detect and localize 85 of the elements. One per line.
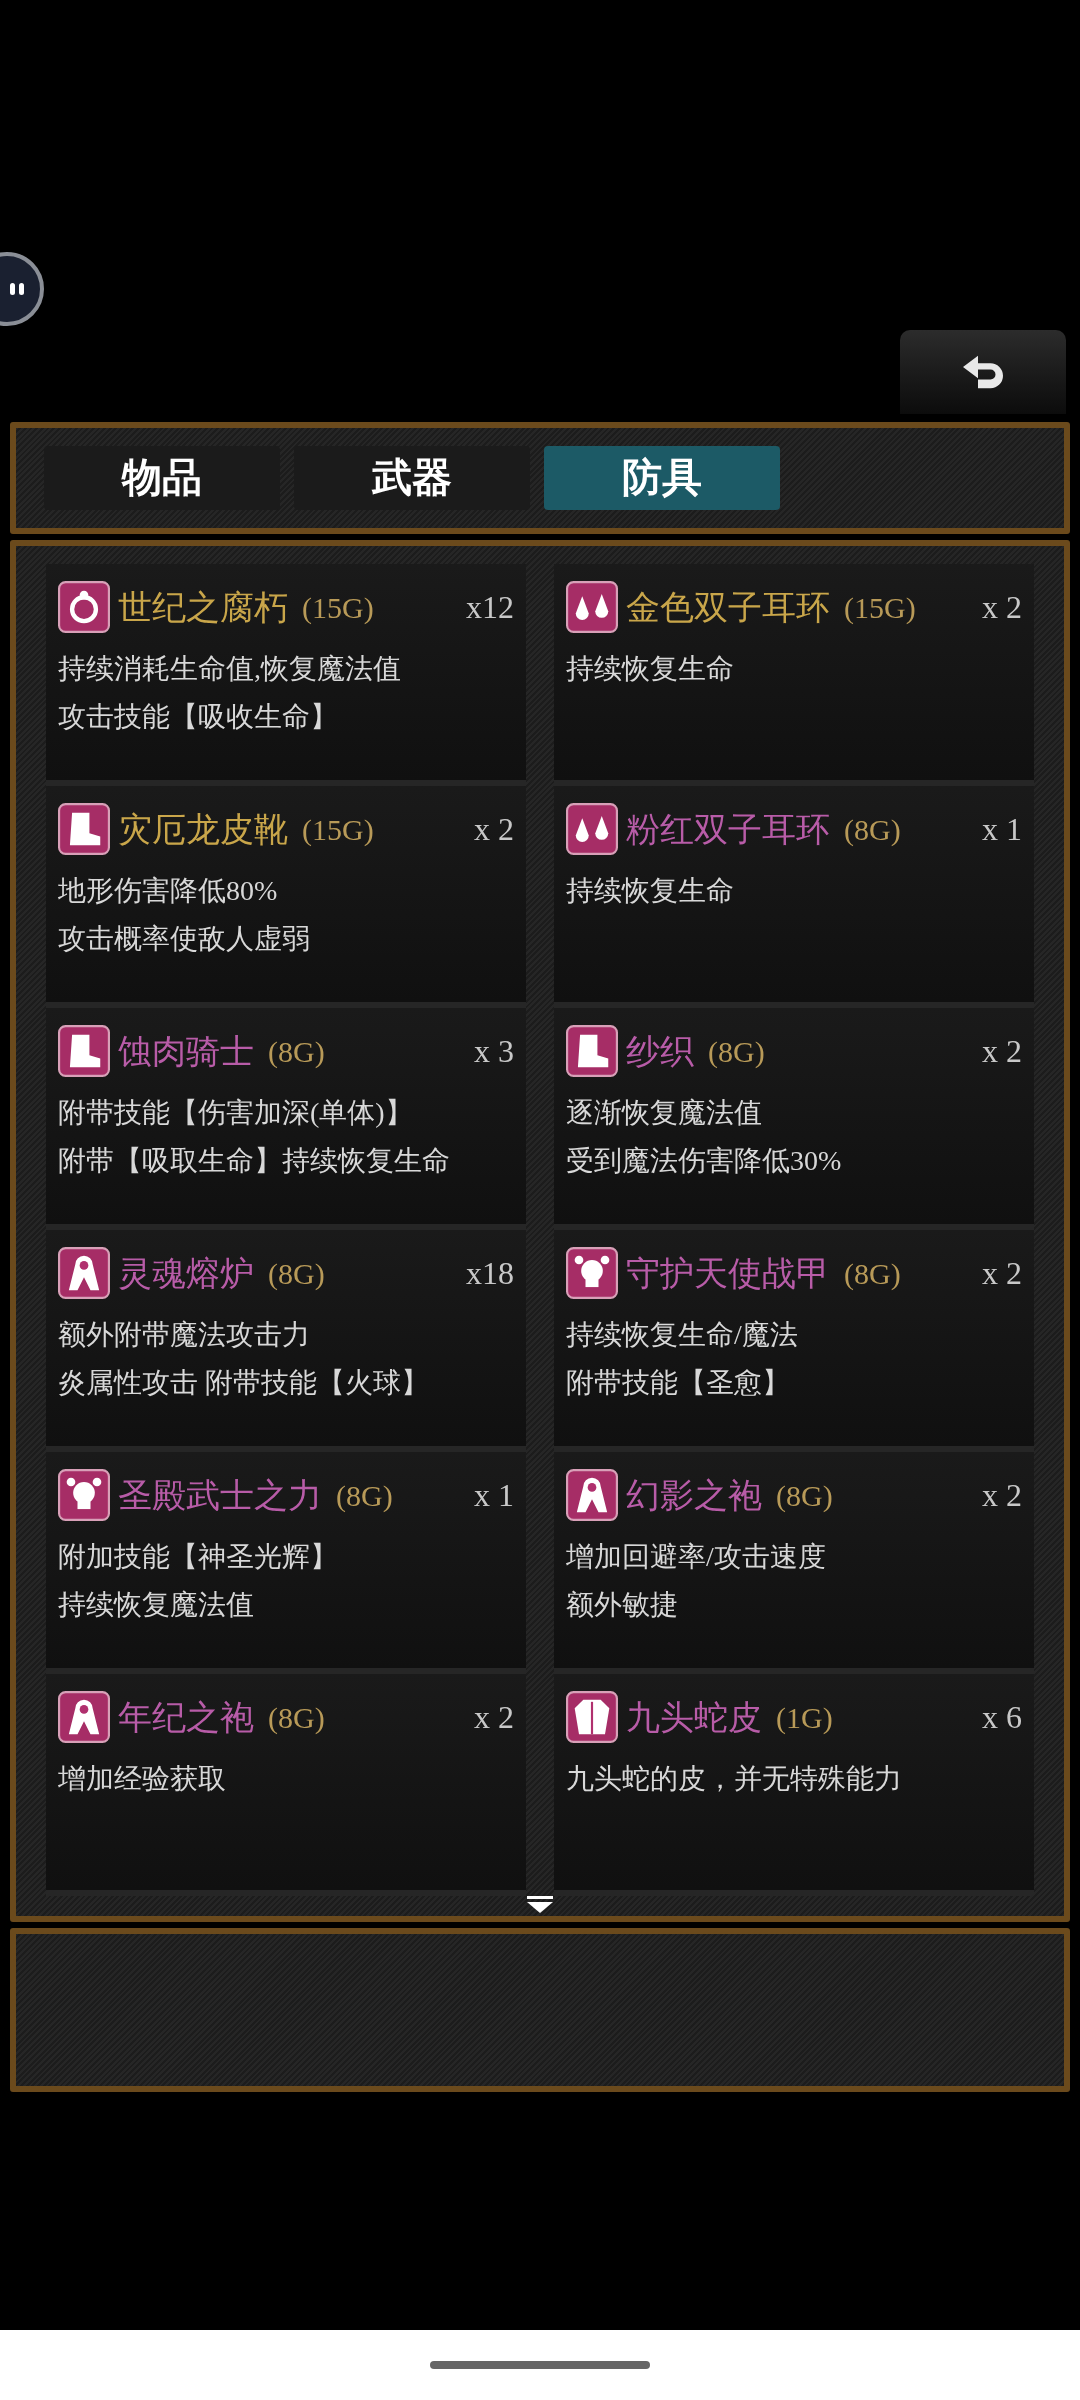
tab[interactable]: 防具 <box>544 446 780 510</box>
item-name: 年纪之袍 <box>118 1697 254 1738</box>
item-card[interactable]: 蚀肉骑士 (8G) x 3 附带技能【伤害加深(单体)】 附带【吸取生命】持续恢复生命 <box>46 1008 526 1230</box>
scroll-down-icon <box>526 1896 554 1914</box>
item-card[interactable]: 世纪之腐朽 (15G) x12 持续消耗生命值,恢复魔法值 攻击技能【吸收生命】 <box>46 564 526 786</box>
item-price: (1G) <box>776 1699 833 1736</box>
item-description: 持续恢复生命 <box>566 874 735 908</box>
item-description: 附带技能【圣愈】 <box>566 1366 791 1400</box>
item-quantity: x 2 <box>474 1698 514 1737</box>
item-name: 粉红双子耳环 <box>626 809 830 850</box>
item-description: 受到魔法伤害降低30% <box>566 1144 843 1178</box>
item-card[interactable]: 守护天使战甲 (8G) x 2 持续恢复生命/魔法 附带技能【圣愈】 <box>554 1230 1034 1452</box>
back-button[interactable] <box>900 330 1066 414</box>
item-quantity: x 1 <box>982 810 1022 849</box>
item-description: 增加回避率/攻击速度 <box>566 1540 827 1574</box>
item-quantity: x 2 <box>982 1476 1022 1515</box>
item-name: 纱织 <box>626 1031 694 1072</box>
item-price: (15G) <box>844 589 916 626</box>
item-description: 持续恢复生命 <box>566 652 735 686</box>
tab[interactable]: 物品 <box>44 446 280 510</box>
item-price: (8G) <box>268 1033 325 1070</box>
item-price: (8G) <box>336 1477 393 1514</box>
tab[interactable]: 武器 <box>294 446 530 510</box>
item-name: 守护天使战甲 <box>626 1253 830 1294</box>
item-quantity: x 6 <box>982 1698 1022 1737</box>
item-name: 金色双子耳环 <box>626 587 830 628</box>
item-price: (8G) <box>844 811 901 848</box>
item-icon <box>58 1025 110 1077</box>
item-icon <box>566 1469 618 1521</box>
item-quantity: x 2 <box>982 1032 1022 1071</box>
item-price: (15G) <box>302 589 374 626</box>
item-description: 附带【吸取生命】持续恢复生命 <box>58 1144 451 1178</box>
item-description: 持续恢复生命/魔法 <box>566 1318 799 1352</box>
item-card[interactable]: 纱织 (8G) x 2 逐渐恢复魔法值 受到魔法伤害降低30% <box>554 1008 1034 1230</box>
item-description: 攻击技能【吸收生命】 <box>58 700 339 734</box>
item-card[interactable]: 年纪之袍 (8G) x 2 增加经验获取 <box>46 1674 526 1896</box>
item-description: 增加经验获取 <box>58 1762 227 1796</box>
item-price: (8G) <box>844 1255 901 1292</box>
item-description: 额外敏捷 <box>566 1588 679 1622</box>
item-price: (8G) <box>776 1477 833 1514</box>
item-icon <box>58 1469 110 1521</box>
item-name: 圣殿武士之力 <box>118 1475 322 1516</box>
item-name: 灾厄龙皮靴 <box>118 809 288 850</box>
item-description: 炎属性攻击 附带技能【火球】 <box>58 1366 430 1400</box>
item-quantity: x 2 <box>474 810 514 849</box>
item-icon <box>566 1691 618 1743</box>
item-quantity: x 2 <box>982 1254 1022 1293</box>
item-card[interactable]: 幻影之袍 (8G) x 2 增加回避率/攻击速度 额外敏捷 <box>554 1452 1034 1674</box>
item-price: (8G) <box>268 1699 325 1736</box>
item-icon <box>58 581 110 633</box>
item-description: 额外附带魔法攻击力 <box>58 1318 311 1352</box>
item-description: 九头蛇的皮，并无特殊能力 <box>566 1762 903 1796</box>
item-quantity: x 1 <box>474 1476 514 1515</box>
item-card[interactable]: 金色双子耳环 (15G) x 2 持续恢复生命 <box>554 564 1034 786</box>
item-icon <box>58 1691 110 1743</box>
item-description: 附加技能【神圣光辉】 <box>58 1540 339 1574</box>
item-quantity: x18 <box>466 1254 514 1293</box>
item-name: 幻影之袍 <box>626 1475 762 1516</box>
item-description: 持续恢复魔法值 <box>58 1588 255 1622</box>
item-icon <box>58 1247 110 1299</box>
item-card[interactable]: 圣殿武士之力 (8G) x 1 附加技能【神圣光辉】 持续恢复魔法值 <box>46 1452 526 1674</box>
item-quantity: x 3 <box>474 1032 514 1071</box>
item-name: 九头蛇皮 <box>626 1697 762 1738</box>
item-quantity: x 2 <box>982 588 1022 627</box>
item-description: 逐渐恢复魔法值 <box>566 1096 763 1130</box>
item-name: 世纪之腐朽 <box>118 587 288 628</box>
item-icon <box>566 581 618 633</box>
item-description: 地形伤害降低80% <box>58 874 279 908</box>
item-icon <box>566 1247 618 1299</box>
item-price: (15G) <box>302 811 374 848</box>
item-name: 蚀肉骑士 <box>118 1031 254 1072</box>
item-name: 灵魂熔炉 <box>118 1253 254 1294</box>
item-quantity: x12 <box>466 588 514 627</box>
item-card[interactable]: 灾厄龙皮靴 (15G) x 2 地形伤害降低80% 攻击概率使敌人虚弱 <box>46 786 526 1008</box>
item-description: 持续消耗生命值,恢复魔法值 <box>58 652 402 686</box>
item-card[interactable]: 粉红双子耳环 (8G) x 1 持续恢复生命 <box>554 786 1034 1008</box>
item-icon <box>566 803 618 855</box>
item-icon <box>566 1025 618 1077</box>
item-description: 附带技能【伤害加深(单体)】 <box>58 1096 414 1130</box>
item-icon <box>58 803 110 855</box>
item-card[interactable]: 灵魂熔炉 (8G) x18 额外附带魔法攻击力 炎属性攻击 附带技能【火球】 <box>46 1230 526 1452</box>
item-card[interactable]: 九头蛇皮 (1G) x 6 九头蛇的皮，并无特殊能力 <box>554 1674 1034 1896</box>
item-price: (8G) <box>708 1033 765 1070</box>
item-description: 攻击概率使敌人虚弱 <box>58 922 311 956</box>
item-price: (8G) <box>268 1255 325 1292</box>
